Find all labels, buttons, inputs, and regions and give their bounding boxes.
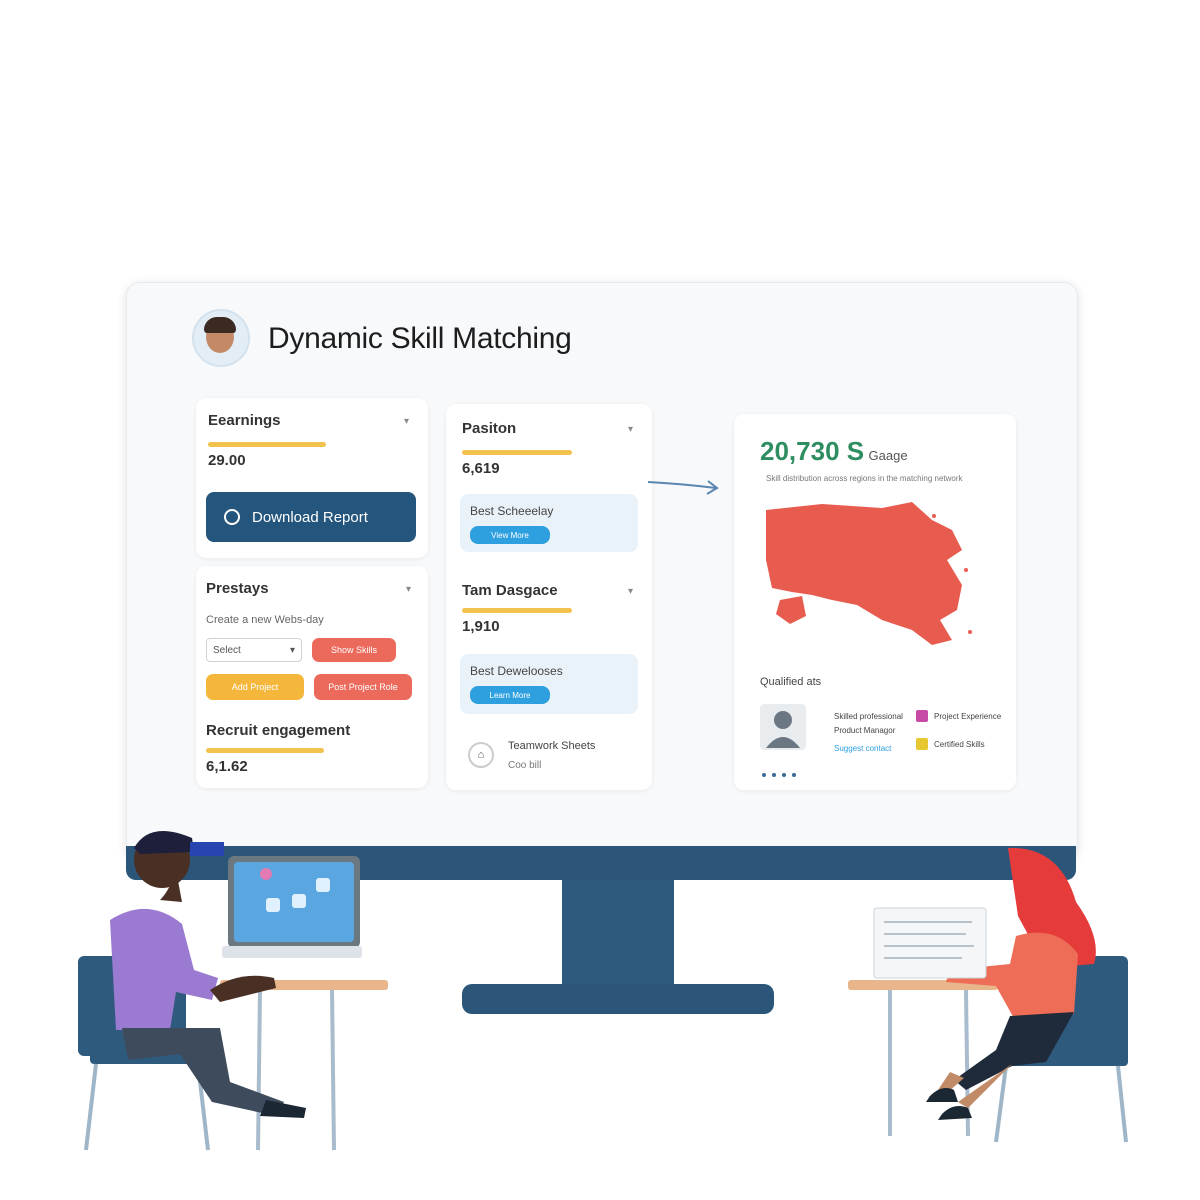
headline-metric: 20,730 S Gaage: [760, 436, 908, 467]
chevron-down-icon[interactable]: ▾: [628, 424, 633, 435]
subpanel-best-developers: Best Dewelooses Learn More: [460, 654, 638, 714]
metric-caption: Skill distribution across regions in the…: [766, 474, 963, 483]
person-icon: [760, 704, 806, 750]
earnings-bar: [208, 442, 326, 447]
priorities-subtitle: Create a new Webs-day: [206, 614, 324, 626]
suggest-contact-link[interactable]: Suggest contact: [834, 744, 891, 753]
priority-select[interactable]: Select ▾: [206, 638, 302, 662]
person-with-laptop-illustration: [78, 830, 388, 1151]
earnings-title: Eearnings: [208, 412, 281, 429]
team-card: Pasiton ▾ 6,619 Best Scheeelay View More…: [446, 404, 652, 790]
position-title: Pasiton: [462, 420, 517, 437]
map: [766, 502, 972, 645]
recruitment-bar: [206, 748, 324, 753]
avatar[interactable]: [192, 309, 250, 367]
add-project-button[interactable]: Add Project: [206, 674, 304, 700]
page-dot[interactable]: [772, 773, 776, 777]
profile-line-2: Product Managor: [834, 726, 896, 735]
footer-item-title: Teamwork Sheets: [508, 740, 596, 752]
legend-swatch-2: [916, 738, 928, 750]
page-title: Dynamic Skill Matching: [268, 322, 572, 355]
legend-label-1: Project Experience: [934, 712, 1002, 721]
page-dot[interactable]: [762, 773, 766, 777]
team-dashboard-value: 1,910: [462, 618, 500, 635]
footer-item-subtitle: Coo bill: [508, 760, 542, 771]
recruitment-title: Recruit engagement: [206, 722, 351, 739]
monitor-stand: [562, 880, 674, 986]
post-project-role-button[interactable]: Post Project Role: [314, 674, 412, 700]
chevron-down-icon[interactable]: ▾: [406, 584, 411, 595]
legend-label-2: Certified Skills: [934, 740, 985, 749]
show-skills-button[interactable]: Show Skills: [312, 638, 396, 662]
view-more-button[interactable]: View More: [470, 526, 550, 544]
position-bar: [462, 450, 572, 455]
metric-number: 20,730 S: [760, 436, 865, 466]
metric-suffix: Gaage: [868, 448, 908, 463]
learn-more-button[interactable]: Learn More: [470, 686, 550, 704]
priority-select-value: Select: [213, 644, 241, 656]
monitor-base: [462, 984, 774, 1014]
section-title: Qualified ats: [760, 676, 822, 688]
priorities-title: Prestays: [206, 580, 269, 597]
chevron-down-icon[interactable]: ▾: [628, 586, 633, 597]
arrow-right-icon: [647, 480, 719, 495]
avatar-hair: [204, 317, 236, 333]
download-report-button[interactable]: Download Report: [206, 492, 416, 542]
team-dashboard-bar: [462, 608, 572, 613]
chevron-down-icon: ▾: [289, 644, 295, 656]
person-with-paper-illustration: [848, 847, 1128, 1143]
info-icon[interactable]: ⌂: [468, 742, 494, 768]
download-report-label: Download Report: [252, 508, 368, 526]
page-dot[interactable]: [782, 773, 786, 777]
earnings-value: 29.00: [208, 452, 246, 469]
priorities-card: Prestays ▾ Create a new Webs-day Select …: [196, 566, 428, 788]
earnings-card: Eearnings ▾ 29.00 Download Report: [196, 398, 428, 558]
chevron-down-icon[interactable]: ▾: [404, 416, 409, 427]
legend-swatch-1: [916, 710, 928, 722]
page-dot[interactable]: [792, 773, 796, 777]
circle-icon: [224, 509, 240, 525]
insights-panel: 20,730 S Gaage Skill distribution across…: [734, 414, 1016, 790]
subpanel-text: Best Dewelooses: [470, 664, 563, 678]
recruitment-value: 6,1.62: [206, 758, 248, 775]
subpanel-best-schedule: Best Scheeelay View More: [460, 494, 638, 552]
subpanel-text: Best Scheeelay: [470, 504, 554, 518]
team-dashboard-title: Tam Dasgace: [462, 582, 558, 599]
profile-line-1: Skilled professional: [834, 712, 903, 721]
pagination-dots[interactable]: [762, 764, 802, 782]
position-value: 6,619: [462, 460, 500, 477]
